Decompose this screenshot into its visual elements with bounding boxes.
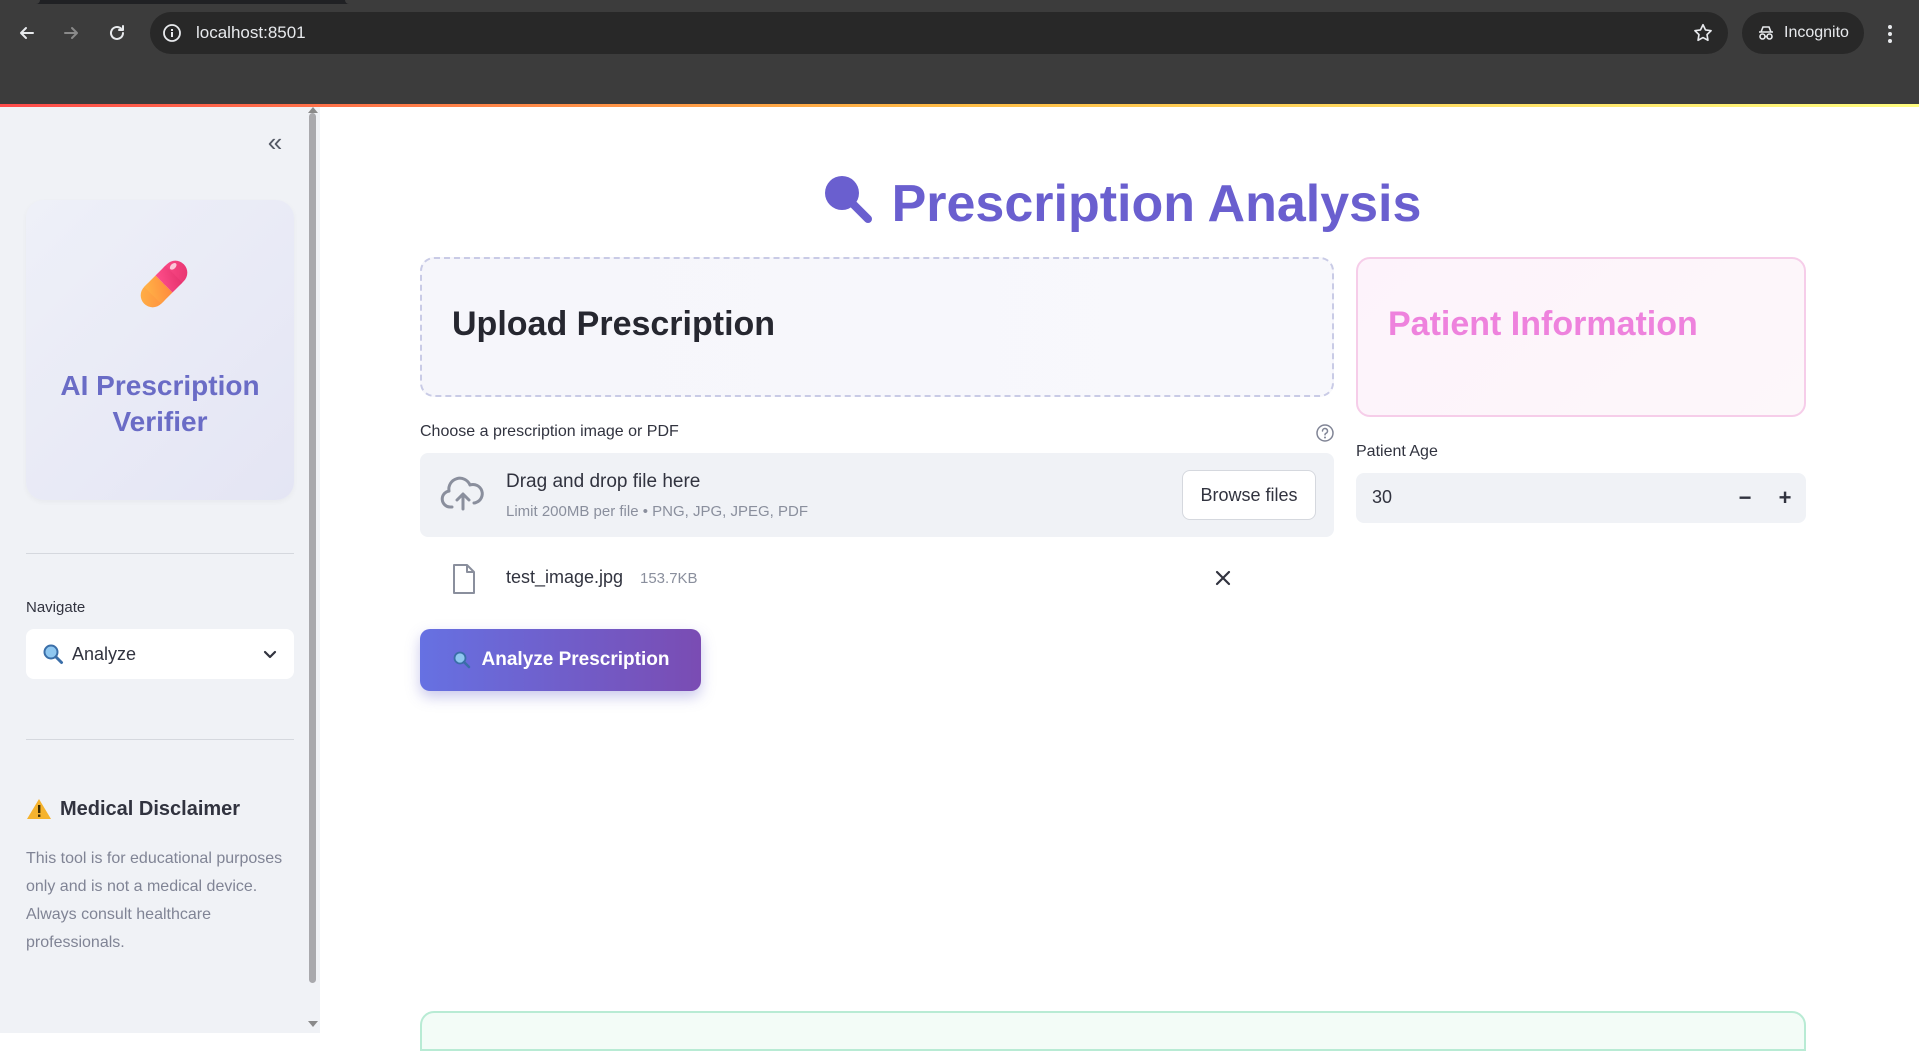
upload-card-title: Upload Prescription xyxy=(452,305,776,343)
forward-arrow-icon[interactable] xyxy=(56,18,86,48)
page-title: Prescription Analysis xyxy=(320,169,1919,234)
dropzone-limit: Limit 200MB per file • PNG, JPG, JPEG, P… xyxy=(506,503,808,520)
page-title-text: Prescription Analysis xyxy=(891,175,1422,233)
double-chevron-left-icon[interactable]: « xyxy=(262,129,288,157)
browser-chrome: localhost:8501 Incognito xyxy=(0,0,1919,106)
disclaimer-heading: Medical Disclaimer xyxy=(26,797,240,821)
chevron-down-icon[interactable] xyxy=(262,646,278,662)
uploader-label: Choose a prescription image or PDF xyxy=(420,423,679,440)
browse-files-button[interactable]: Browse files xyxy=(1182,470,1316,520)
results-card-top xyxy=(420,1011,1806,1051)
pill-icon xyxy=(140,260,188,308)
sidebar-divider xyxy=(26,553,294,554)
incognito-chip[interactable]: Incognito xyxy=(1742,12,1864,54)
scroll-down-arrow-icon[interactable] xyxy=(308,1021,318,1027)
url-text[interactable]: localhost:8501 xyxy=(196,23,306,43)
disclaimer-title: Medical Disclaimer xyxy=(60,797,241,820)
sidebar-scrollbar[interactable] xyxy=(309,113,316,983)
incognito-label: Incognito xyxy=(1784,24,1849,41)
address-bar[interactable]: localhost:8501 xyxy=(150,12,1728,54)
kebab-menu-icon[interactable] xyxy=(1880,22,1900,46)
incognito-icon xyxy=(1759,26,1773,40)
brand-title: AI Prescription Verifier xyxy=(60,370,260,437)
info-icon[interactable] xyxy=(162,23,182,43)
increment-button[interactable]: + xyxy=(1770,483,1800,513)
file-size: 153.7KB xyxy=(640,570,698,587)
help-icon[interactable] xyxy=(1315,423,1335,443)
navigate-label: Navigate xyxy=(26,599,86,616)
brand-card: AI Prescription Verifier xyxy=(26,200,294,500)
disclaimer-text: This tool is for educational purposes on… xyxy=(26,850,283,951)
magnifier-icon xyxy=(453,651,470,669)
main-content: Prescription Analysis Upload Prescriptio… xyxy=(320,107,1919,1051)
navigate-selected-value: Analyze xyxy=(72,643,137,664)
patient-age-value[interactable]: 30 xyxy=(1372,487,1392,508)
cloud-upload-icon xyxy=(440,476,484,511)
close-icon[interactable] xyxy=(1212,567,1234,589)
magnifier-icon xyxy=(43,644,63,664)
uploaded-file-row: test_image.jpg 153.7KB xyxy=(420,555,1334,605)
upload-card: Upload Prescription xyxy=(420,257,1334,397)
warning-icon xyxy=(27,799,51,819)
navigate-select[interactable]: Analyze xyxy=(26,629,294,679)
file-icon xyxy=(453,564,475,594)
star-icon[interactable] xyxy=(1692,22,1714,44)
patient-info-card: Patient Information xyxy=(1356,257,1806,417)
decrement-button[interactable]: − xyxy=(1730,483,1760,513)
magnifier-icon xyxy=(824,176,872,223)
back-arrow-icon[interactable] xyxy=(12,18,42,48)
patient-card-title: Patient Information xyxy=(1388,305,1698,343)
browser-toolbar: localhost:8501 Incognito xyxy=(0,4,1919,62)
patient-age-label: Patient Age xyxy=(1356,443,1438,460)
dropzone-title: Drag and drop file here xyxy=(506,471,701,492)
sidebar-divider xyxy=(26,739,294,740)
analyze-prescription-button[interactable]: Analyze Prescription xyxy=(420,629,701,691)
file-dropzone[interactable]: Drag and drop file here Limit 200MB per … xyxy=(420,453,1334,537)
analyze-button-label: Analyze Prescription xyxy=(481,649,670,670)
patient-age-input[interactable]: 30 − + xyxy=(1356,473,1806,523)
file-name: test_image.jpg xyxy=(506,567,624,587)
reload-icon[interactable] xyxy=(102,18,132,48)
sidebar: « AI Prescription Verifier Navigate Anal… xyxy=(0,107,320,1033)
